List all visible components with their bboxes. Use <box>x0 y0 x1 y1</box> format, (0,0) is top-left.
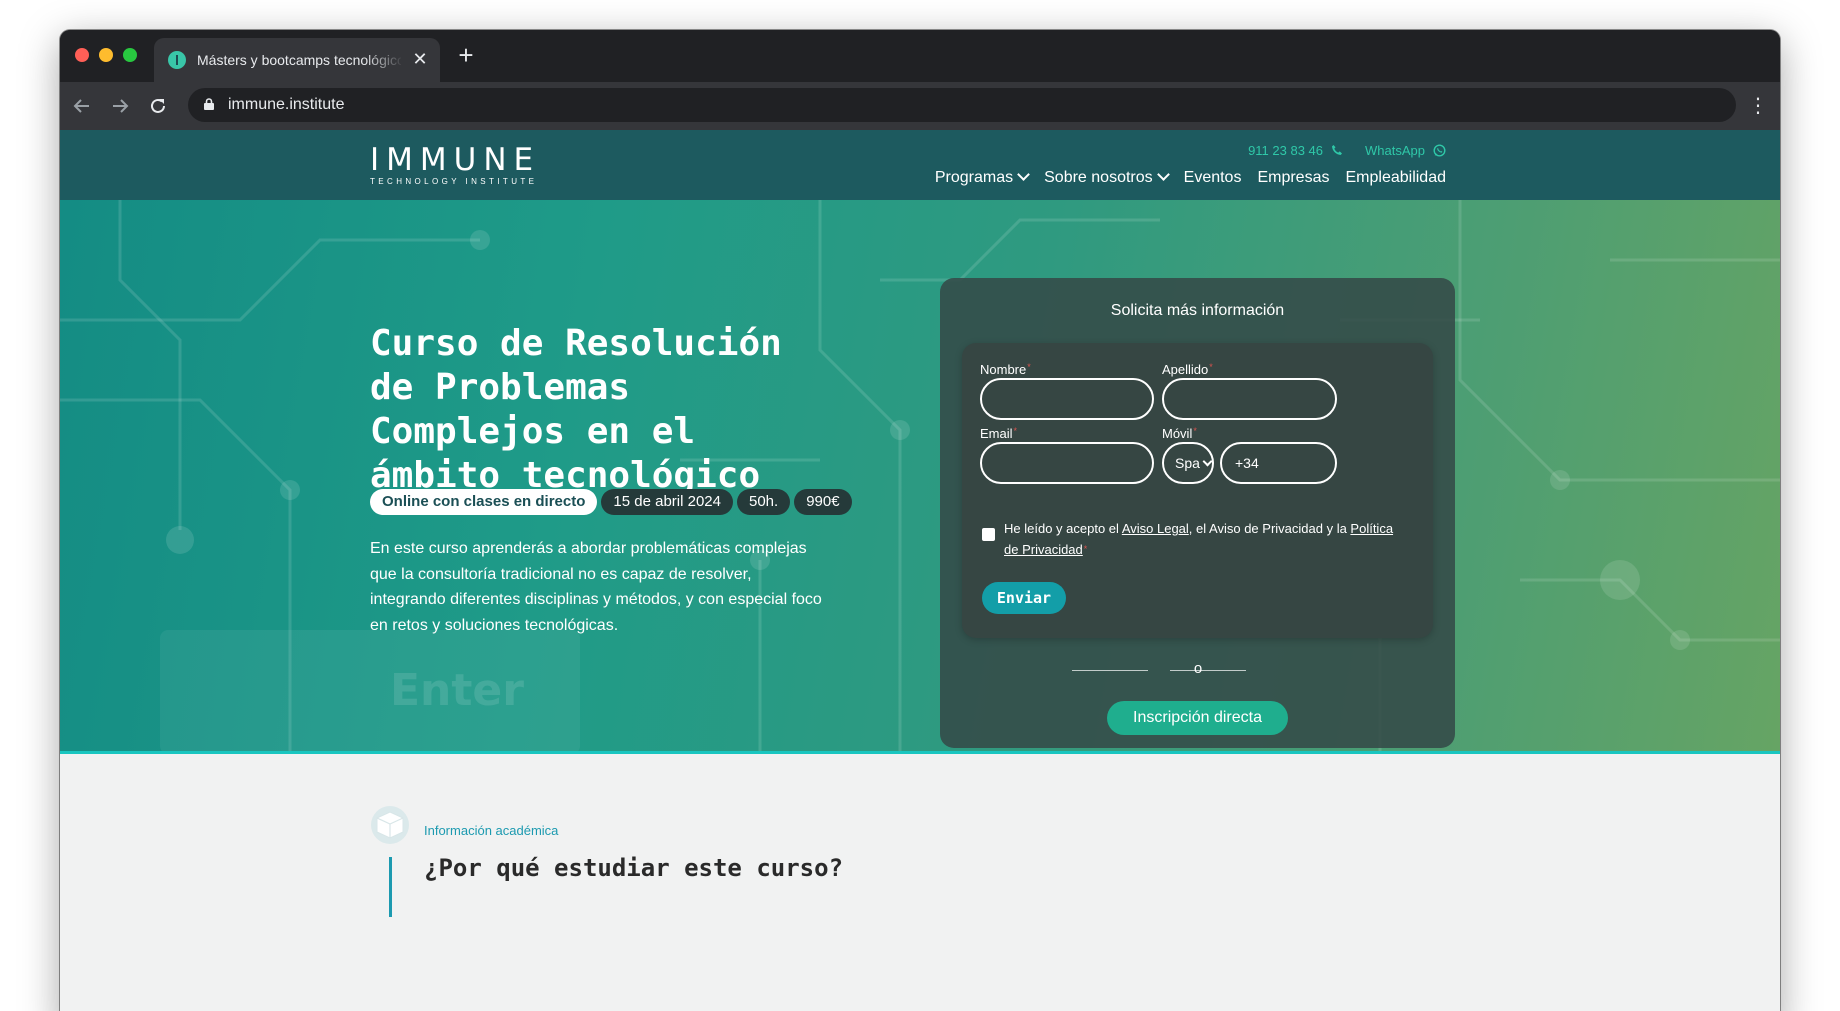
whatsapp-link[interactable]: WhatsApp <box>1365 143 1425 158</box>
url-text: immune.institute <box>228 96 345 113</box>
course-badges: Online con clases en directo 15 de abril… <box>370 489 852 515</box>
info-request-form: Nombre* Apellido* Email* Móvil* Spa +34 … <box>962 343 1433 638</box>
email-input[interactable] <box>980 442 1154 484</box>
address-bar[interactable]: immune.institute <box>188 88 1736 122</box>
nav-item-programas[interactable]: Programas <box>934 168 1030 187</box>
tab-close-icon[interactable]: ✕ <box>409 48 431 70</box>
mobile-label-text: Móvil <box>1162 426 1193 441</box>
info-request-card: Solicita más información Nombre* Apellid… <box>940 278 1455 748</box>
hours-badge: 50h. <box>737 489 791 515</box>
course-description: En este curso aprenderás a abordar probl… <box>370 540 822 634</box>
maximize-window-button[interactable] <box>123 48 137 62</box>
country-select[interactable]: Spa <box>1162 442 1214 484</box>
divider-or: o <box>1193 660 1203 677</box>
email-label: Email* <box>980 426 1017 441</box>
course-title: Curso de Resolución de Problemas Complej… <box>370 323 782 496</box>
forward-button[interactable] <box>106 92 134 120</box>
chevron-down-icon <box>1017 168 1030 181</box>
consent-text: He leído y acepto el Aviso Legal, el Avi… <box>1004 518 1404 560</box>
new-tab-button[interactable]: + <box>452 42 480 70</box>
section-title: ¿Por qué estudiar este curso? <box>424 854 844 882</box>
divider-left <box>1072 670 1148 671</box>
arrow-right-icon <box>113 99 129 113</box>
mobile-input[interactable]: +34 <box>1220 442 1337 484</box>
last-name-label: Apellido* <box>1162 362 1213 377</box>
required-mark: * <box>1027 362 1031 372</box>
last-name-input[interactable] <box>1162 378 1337 420</box>
whatsapp-icon <box>1433 143 1446 157</box>
required-mark: * <box>1193 426 1197 436</box>
cube-icon <box>371 806 409 844</box>
web-page: IMMUNE TECHNOLOGY INSTITUTE 911 23 83 46… <box>60 130 1780 1011</box>
chevron-down-icon <box>1156 168 1170 181</box>
required-mark: * <box>1013 426 1018 436</box>
nav-item-label: Sobre nosotros <box>1044 169 1153 186</box>
nav-item-sobre-nosotros[interactable]: Sobre nosotros <box>1044 168 1170 187</box>
phone-icon <box>1332 145 1343 155</box>
hero-section: Enter Curso de Resolución de Problemas C… <box>60 200 1780 754</box>
reload-icon <box>151 98 165 113</box>
section-kicker: Información académica <box>424 823 559 838</box>
site-favicon-icon <box>168 51 186 69</box>
browser-toolbar: immune.institute ⋮ <box>60 82 1780 130</box>
mode-badge: Online con clases en directo <box>370 489 598 515</box>
first-name-label: Nombre* <box>980 362 1031 377</box>
direct-enrollment-button[interactable]: Inscripción directa <box>1107 701 1288 735</box>
last-name-label-text: Apellido <box>1162 362 1209 377</box>
email-label-text: Email <box>980 426 1013 441</box>
country-select-value: Spa <box>1175 455 1200 471</box>
enter-key-watermark: Enter <box>390 665 524 716</box>
price-badge: 990€ <box>794 489 852 515</box>
chevron-down-icon <box>1202 456 1213 467</box>
site-header: IMMUNE TECHNOLOGY INSTITUTE 911 23 83 46… <box>60 130 1780 200</box>
consent-prefix: He leído y acepto el <box>1004 521 1122 536</box>
legal-notice-link[interactable]: Aviso Legal <box>1122 521 1189 536</box>
lock-icon <box>204 98 214 110</box>
submit-button[interactable]: Enviar <box>982 582 1066 614</box>
nav-item-eventos[interactable]: Eventos <box>1184 169 1242 187</box>
screenshot-stage: Másters y bootcamps tecnológicos ✕ + imm… <box>0 0 1840 1011</box>
consent-checkbox[interactable] <box>982 528 995 541</box>
circuit-background-image: Enter <box>60 200 1780 754</box>
browser-tab[interactable]: Másters y bootcamps tecnológicos ✕ <box>154 38 440 82</box>
first-name-input[interactable] <box>980 378 1154 420</box>
nav-item-empresas[interactable]: Empresas <box>1257 169 1329 187</box>
main-nav: Programas Sobre nosotros Eventos Empresa… <box>935 167 1446 189</box>
academic-info-section: Información académica ¿Por qué estudiar … <box>60 754 1780 1011</box>
browser-window: Másters y bootcamps tecnológicos ✕ + imm… <box>60 30 1780 1011</box>
date-badge: 15 de abril 2024 <box>601 489 733 515</box>
required-mark: * <box>1209 362 1213 372</box>
reload-button[interactable] <box>144 92 172 120</box>
logo-word: IMMUNE <box>370 142 541 178</box>
close-window-button[interactable] <box>75 48 89 62</box>
tab-title-fade <box>364 46 404 74</box>
first-name-label-text: Nombre <box>980 362 1027 377</box>
divider-right <box>1170 670 1246 671</box>
consent-middle: , el Aviso de Privacidad y la <box>1188 521 1351 536</box>
nav-item-label: Programas <box>934 169 1014 186</box>
tab-strip: Másters y bootcamps tecnológicos ✕ + <box>60 30 1780 82</box>
back-button[interactable] <box>68 92 96 120</box>
section-accent-bar <box>389 857 392 917</box>
browser-menu-icon[interactable]: ⋮ <box>1748 94 1768 118</box>
mobile-label: Móvil* <box>1162 426 1197 441</box>
required-mark: * <box>1083 544 1088 554</box>
logo-subtitle: TECHNOLOGY INSTITUTE <box>370 177 538 186</box>
contact-bar: 911 23 83 46 WhatsApp <box>1248 142 1446 158</box>
nav-item-empleabilidad[interactable]: Empleabilidad <box>1345 169 1446 187</box>
form-heading: Solicita más información <box>1110 302 1285 319</box>
minimize-window-button[interactable] <box>99 48 113 62</box>
immune-logo[interactable]: IMMUNE TECHNOLOGY INSTITUTE <box>370 144 560 190</box>
arrow-left-icon <box>73 99 89 113</box>
phone-link[interactable]: 911 23 83 46 <box>1248 143 1323 158</box>
